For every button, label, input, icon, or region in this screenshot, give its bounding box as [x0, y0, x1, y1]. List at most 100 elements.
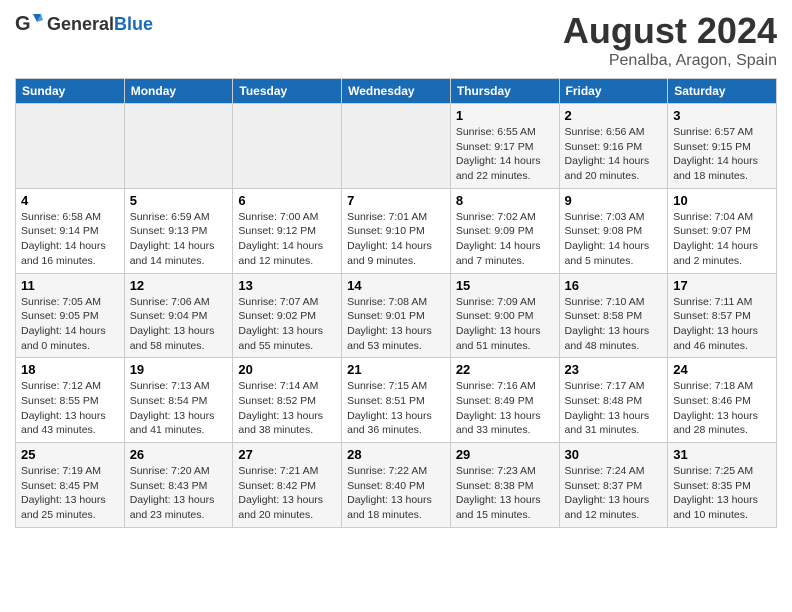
- day-header-tuesday: Tuesday: [233, 79, 342, 104]
- calendar-cell: 20 Sunrise: 7:14 AM Sunset: 8:52 PM Dayli…: [233, 358, 342, 443]
- calendar-cell: 31 Sunrise: 7:25 AM Sunset: 8:35 PM Dayli…: [668, 443, 777, 528]
- logo-general: General: [47, 14, 114, 34]
- week-row-2: 4 Sunrise: 6:58 AM Sunset: 9:14 PM Daylig…: [16, 188, 777, 273]
- day-number: 15: [456, 278, 554, 293]
- calendar-cell: 27Sunrise: 7:21 AM Sunset: 8:42 PM Dayli…: [233, 443, 342, 528]
- calendar-cell: [16, 104, 125, 189]
- calendar-cell: 21Sunrise: 7:15 AM Sunset: 8:51 PM Dayli…: [342, 358, 451, 443]
- day-number: 23: [565, 362, 663, 377]
- logo-blue: Blue: [114, 14, 153, 34]
- day-info: Sunrise: 7:09 AM Sunset: 9:00 PM Dayligh…: [456, 295, 554, 354]
- title-block: August 2024 Penalba, Aragon, Spain: [563, 10, 777, 70]
- svg-text:G: G: [15, 13, 31, 35]
- week-row-5: 25 Sunrise: 7:19 AM Sunset: 8:45 PM Dayli…: [16, 443, 777, 528]
- day-info: Sunrise: 7:00 AM Sunset: 9:12 PM Dayligh…: [238, 210, 336, 269]
- day-info: Sunrise: 7:25 AM Sunset: 8:35 PM Dayligh…: [673, 464, 771, 523]
- calendar-cell: 4 Sunrise: 6:58 AM Sunset: 9:14 PM Daylig…: [16, 188, 125, 273]
- day-number: 4: [21, 193, 119, 208]
- day-number: 10: [673, 193, 771, 208]
- calendar-cell: 7 Sunrise: 7:01 AM Sunset: 9:10 PM Daylig…: [342, 188, 451, 273]
- day-header-sunday: Sunday: [16, 79, 125, 104]
- day-number: 30: [565, 447, 663, 462]
- week-row-4: 18 Sunrise: 7:12 AM Sunset: 8:55 PM Dayli…: [16, 358, 777, 443]
- day-info: Sunrise: 7:02 AM Sunset: 9:09 PM Dayligh…: [456, 210, 554, 269]
- day-info: Sunrise: 7:20 AM Sunset: 8:43 PM Dayligh…: [130, 464, 228, 523]
- calendar-cell: [342, 104, 451, 189]
- day-info: Sunrise: 6:58 AM Sunset: 9:14 PM Dayligh…: [21, 210, 119, 269]
- day-info: Sunrise: 7:14 AM Sunset: 8:52 PM Dayligh…: [238, 379, 336, 438]
- day-info: Sunrise: 7:03 AM Sunset: 9:08 PM Dayligh…: [565, 210, 663, 269]
- page-title: August 2024: [563, 10, 777, 52]
- day-number: 24: [673, 362, 771, 377]
- day-number: 29: [456, 447, 554, 462]
- day-info: Sunrise: 7:22 AM Sunset: 8:40 PM Dayligh…: [347, 464, 445, 523]
- day-info: Sunrise: 7:10 AM Sunset: 8:58 PM Dayligh…: [565, 295, 663, 354]
- calendar-cell: 22 Sunrise: 7:16 AM Sunset: 8:49 PM Dayli…: [450, 358, 559, 443]
- calendar-cell: 1Sunrise: 6:55 AM Sunset: 9:17 PM Daylig…: [450, 104, 559, 189]
- day-number: 7: [347, 193, 445, 208]
- day-number: 2: [565, 108, 663, 123]
- calendar-cell: 13 Sunrise: 7:07 AM Sunset: 9:02 PM Dayli…: [233, 273, 342, 358]
- day-number: 25: [21, 447, 119, 462]
- day-number: 6: [238, 193, 336, 208]
- calendar-cell: [233, 104, 342, 189]
- calendar-cell: 10Sunrise: 7:04 AM Sunset: 9:07 PM Dayli…: [668, 188, 777, 273]
- day-header-wednesday: Wednesday: [342, 79, 451, 104]
- day-number: 12: [130, 278, 228, 293]
- calendar-cell: 9 Sunrise: 7:03 AM Sunset: 9:08 PM Daylig…: [559, 188, 668, 273]
- calendar-cell: 15 Sunrise: 7:09 AM Sunset: 9:00 PM Dayli…: [450, 273, 559, 358]
- day-number: 11: [21, 278, 119, 293]
- day-info: Sunrise: 6:55 AM Sunset: 9:17 PM Dayligh…: [456, 125, 554, 184]
- day-info: Sunrise: 7:19 AM Sunset: 8:45 PM Dayligh…: [21, 464, 119, 523]
- day-info: Sunrise: 7:08 AM Sunset: 9:01 PM Dayligh…: [347, 295, 445, 354]
- calendar-cell: 3 Sunrise: 6:57 AM Sunset: 9:15 PM Daylig…: [668, 104, 777, 189]
- day-number: 16: [565, 278, 663, 293]
- day-info: Sunrise: 6:59 AM Sunset: 9:13 PM Dayligh…: [130, 210, 228, 269]
- calendar-cell: 14 Sunrise: 7:08 AM Sunset: 9:01 PM Dayli…: [342, 273, 451, 358]
- day-info: Sunrise: 7:05 AM Sunset: 9:05 PM Dayligh…: [21, 295, 119, 354]
- day-info: Sunrise: 7:06 AM Sunset: 9:04 PM Dayligh…: [130, 295, 228, 354]
- calendar-cell: 19Sunrise: 7:13 AM Sunset: 8:54 PM Dayli…: [124, 358, 233, 443]
- day-number: 3: [673, 108, 771, 123]
- day-info: Sunrise: 7:13 AM Sunset: 8:54 PM Dayligh…: [130, 379, 228, 438]
- day-info: Sunrise: 7:12 AM Sunset: 8:55 PM Dayligh…: [21, 379, 119, 438]
- day-header-thursday: Thursday: [450, 79, 559, 104]
- day-number: 9: [565, 193, 663, 208]
- calendar-cell: 29 Sunrise: 7:23 AM Sunset: 8:38 PM Dayli…: [450, 443, 559, 528]
- day-info: Sunrise: 7:07 AM Sunset: 9:02 PM Dayligh…: [238, 295, 336, 354]
- logo-icon: G: [15, 10, 43, 38]
- day-info: Sunrise: 7:15 AM Sunset: 8:51 PM Dayligh…: [347, 379, 445, 438]
- day-number: 8: [456, 193, 554, 208]
- day-number: 14: [347, 278, 445, 293]
- day-info: Sunrise: 7:01 AM Sunset: 9:10 PM Dayligh…: [347, 210, 445, 269]
- day-number: 18: [21, 362, 119, 377]
- day-number: 28: [347, 447, 445, 462]
- day-info: Sunrise: 6:56 AM Sunset: 9:16 PM Dayligh…: [565, 125, 663, 184]
- day-info: Sunrise: 7:24 AM Sunset: 8:37 PM Dayligh…: [565, 464, 663, 523]
- calendar-header-row: SundayMondayTuesdayWednesdayThursdayFrid…: [16, 79, 777, 104]
- day-number: 26: [130, 447, 228, 462]
- day-number: 17: [673, 278, 771, 293]
- calendar-cell: 24Sunrise: 7:18 AM Sunset: 8:46 PM Dayli…: [668, 358, 777, 443]
- day-header-monday: Monday: [124, 79, 233, 104]
- day-info: Sunrise: 6:57 AM Sunset: 9:15 PM Dayligh…: [673, 125, 771, 184]
- day-info: Sunrise: 7:11 AM Sunset: 8:57 PM Dayligh…: [673, 295, 771, 354]
- calendar-cell: 18 Sunrise: 7:12 AM Sunset: 8:55 PM Dayli…: [16, 358, 125, 443]
- calendar-cell: 25 Sunrise: 7:19 AM Sunset: 8:45 PM Dayli…: [16, 443, 125, 528]
- page-subtitle: Penalba, Aragon, Spain: [563, 52, 777, 70]
- day-number: 13: [238, 278, 336, 293]
- day-header-saturday: Saturday: [668, 79, 777, 104]
- day-info: Sunrise: 7:16 AM Sunset: 8:49 PM Dayligh…: [456, 379, 554, 438]
- day-header-friday: Friday: [559, 79, 668, 104]
- calendar-cell: 28 Sunrise: 7:22 AM Sunset: 8:40 PM Dayli…: [342, 443, 451, 528]
- day-number: 31: [673, 447, 771, 462]
- calendar-cell: 6 Sunrise: 7:00 AM Sunset: 9:12 PM Daylig…: [233, 188, 342, 273]
- calendar-cell: 11 Sunrise: 7:05 AM Sunset: 9:05 PM Dayli…: [16, 273, 125, 358]
- day-number: 5: [130, 193, 228, 208]
- calendar-cell: 16 Sunrise: 7:10 AM Sunset: 8:58 PM Dayli…: [559, 273, 668, 358]
- calendar-cell: 23Sunrise: 7:17 AM Sunset: 8:48 PM Dayli…: [559, 358, 668, 443]
- day-number: 20: [238, 362, 336, 377]
- day-info: Sunrise: 7:23 AM Sunset: 8:38 PM Dayligh…: [456, 464, 554, 523]
- day-number: 22: [456, 362, 554, 377]
- week-row-1: 1Sunrise: 6:55 AM Sunset: 9:17 PM Daylig…: [16, 104, 777, 189]
